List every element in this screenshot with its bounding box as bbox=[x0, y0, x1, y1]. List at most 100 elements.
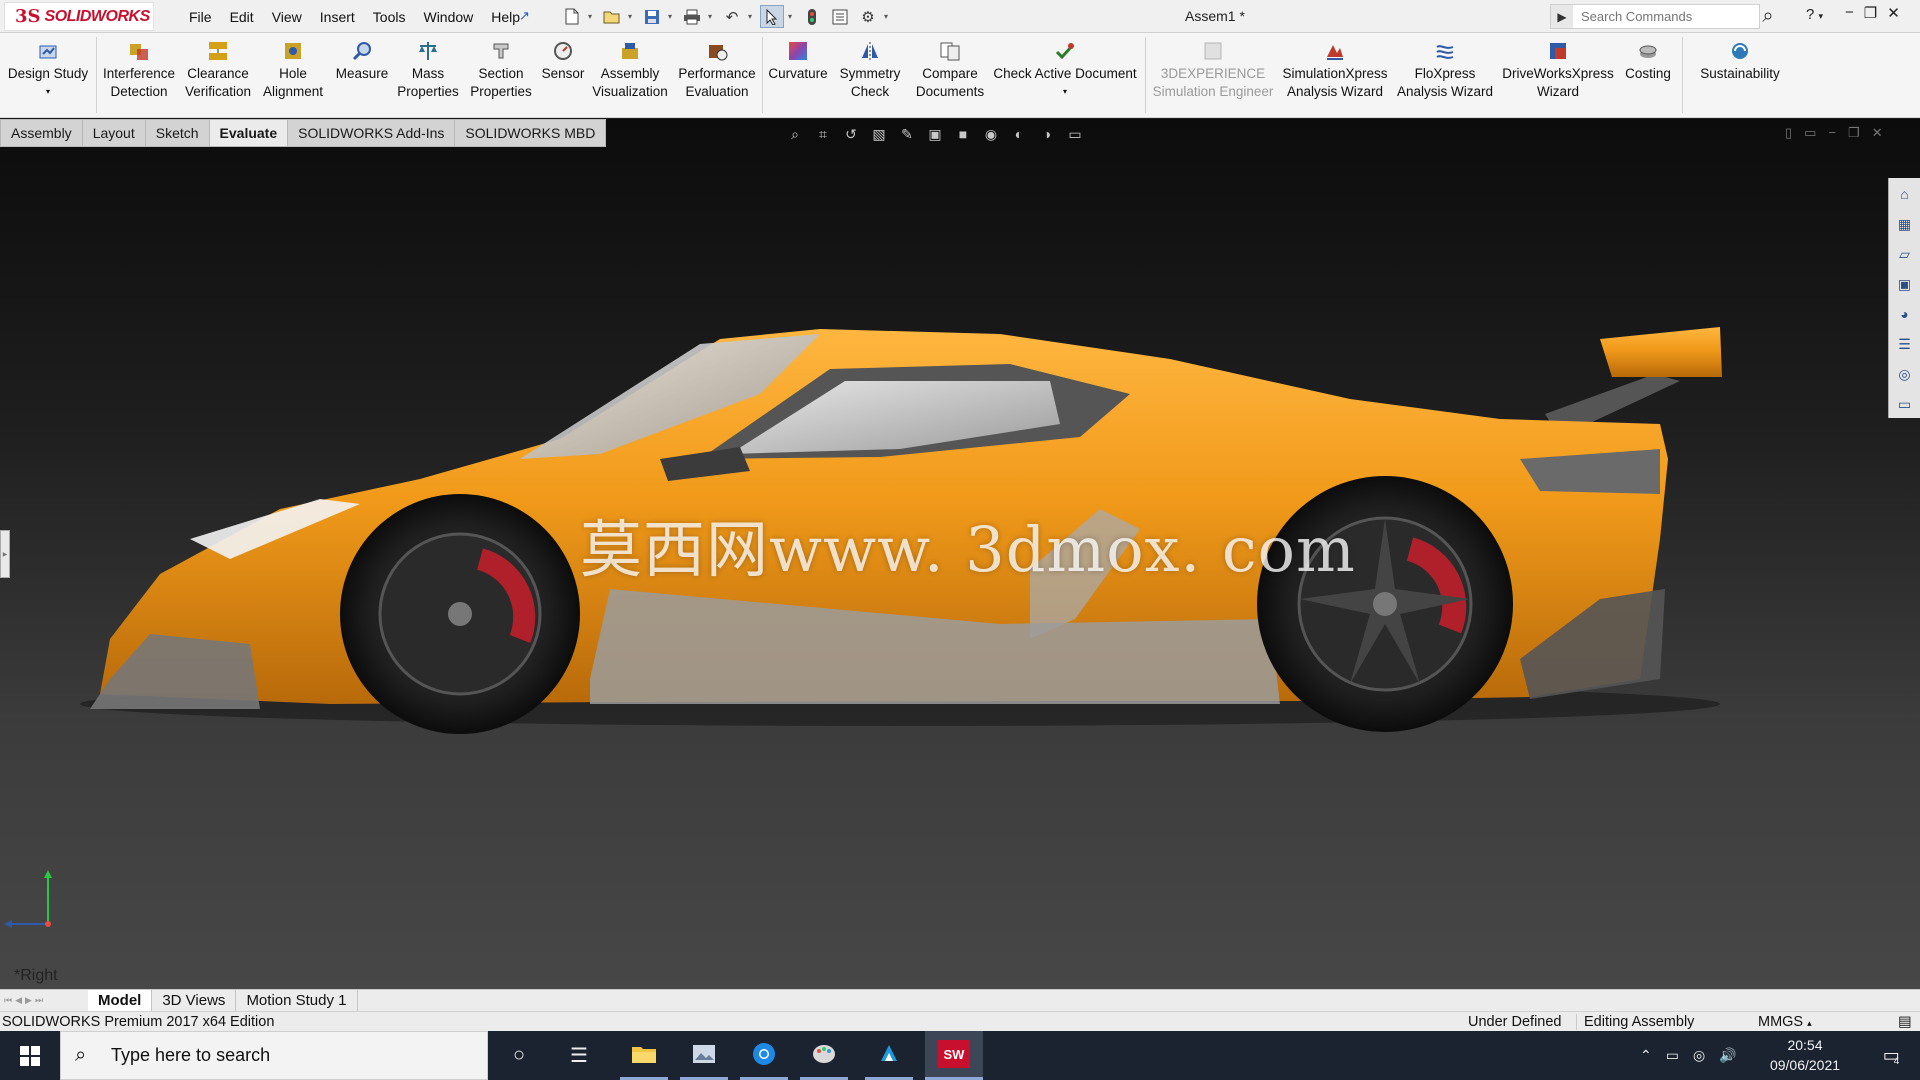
3dexperience-simulation-button[interactable]: 3DEXPERIENCE Simulation Engineer bbox=[1148, 39, 1278, 115]
select-caret-icon[interactable]: ▾ bbox=[788, 12, 796, 21]
status-bar: SOLIDWORKS Premium 2017 x64 Edition Unde… bbox=[0, 1011, 1920, 1031]
task-view-icon[interactable]: ☰ bbox=[555, 1031, 603, 1080]
check-active-document-button[interactable]: Check Active Document ▾ bbox=[990, 39, 1140, 115]
tab-motion-study-1[interactable]: Motion Study 1 bbox=[236, 989, 358, 1012]
sustainability-button[interactable]: Sustainability bbox=[1690, 39, 1790, 115]
file-properties-icon[interactable] bbox=[828, 5, 852, 28]
file-explorer-icon[interactable]: ▱ bbox=[1894, 242, 1916, 266]
select-pointer-icon[interactable] bbox=[760, 5, 784, 28]
prev-tab-icon[interactable]: ◀ bbox=[15, 995, 22, 1006]
photos-app-icon[interactable] bbox=[680, 1031, 728, 1080]
search-icon[interactable]: ⌕ bbox=[1754, 4, 1782, 29]
new-caret-icon[interactable]: ▾ bbox=[588, 12, 596, 21]
next-tab-icon[interactable]: ▶ bbox=[25, 995, 32, 1006]
show-hidden-icons-icon[interactable]: ⌃ bbox=[1640, 1047, 1652, 1064]
view-palette-icon[interactable]: ▣ bbox=[1894, 272, 1916, 296]
interference-detection-button[interactable]: Interference Detection bbox=[100, 39, 178, 115]
compare-documents-button[interactable]: Compare Documents bbox=[910, 39, 990, 115]
open-caret-icon[interactable]: ▾ bbox=[628, 12, 636, 21]
check-active-document-icon bbox=[1053, 39, 1077, 63]
ribbon-label: Verification bbox=[184, 84, 252, 99]
battery-icon[interactable]: ▭ bbox=[1666, 1047, 1679, 1064]
ribbon-separator bbox=[96, 37, 97, 113]
forum-icon[interactable]: ▭ bbox=[1894, 392, 1916, 416]
costing-button[interactable]: Costing bbox=[1618, 39, 1678, 115]
windows-logo-icon bbox=[20, 1045, 40, 1066]
unit-system-button[interactable]: MMGS ▴ bbox=[1758, 1014, 1812, 1030]
undo-caret-icon[interactable]: ▾ bbox=[748, 12, 756, 21]
clearance-verification-button[interactable]: Clearance Verification bbox=[180, 39, 256, 115]
file-explorer-taskbar-icon[interactable] bbox=[620, 1031, 668, 1080]
sensor-button[interactable]: Sensor bbox=[538, 39, 588, 115]
design-study-caret-icon[interactable]: ▾ bbox=[46, 83, 50, 101]
start-button[interactable] bbox=[0, 1031, 60, 1080]
save-icon[interactable] bbox=[640, 5, 664, 28]
floxpress-button[interactable]: FloXpress Analysis Wizard bbox=[1392, 39, 1498, 115]
hole-alignment-button[interactable]: Hole Alignment bbox=[258, 39, 328, 115]
ribbon-label: Analysis Wizard bbox=[1396, 84, 1494, 99]
feature-manager-collapse-handle[interactable]: ▶ bbox=[0, 530, 10, 578]
tab-model[interactable]: Model bbox=[88, 989, 153, 1012]
menu-insert[interactable]: Insert bbox=[311, 9, 364, 25]
graphics-viewport[interactable]: Assembly Layout Sketch Evaluate SOLIDWOR… bbox=[0, 119, 1920, 989]
print-caret-icon[interactable]: ▾ bbox=[708, 12, 716, 21]
chrome-browser-icon[interactable] bbox=[740, 1031, 788, 1080]
menu-view[interactable]: View bbox=[263, 9, 311, 25]
taskbar-clock[interactable]: 20:54 09/06/2021 bbox=[1760, 1035, 1850, 1075]
tab-3d-views[interactable]: 3D Views bbox=[152, 989, 237, 1012]
menu-edit[interactable]: Edit bbox=[221, 9, 263, 25]
performance-evaluation-button[interactable]: Performance Evaluation bbox=[672, 39, 762, 115]
undo-icon[interactable]: ↶ bbox=[720, 5, 744, 28]
options-gear-icon[interactable]: ⚙ bbox=[856, 5, 880, 28]
restore-icon[interactable]: ❐ bbox=[1864, 4, 1877, 22]
last-tab-icon[interactable]: ⏭ bbox=[35, 995, 43, 1006]
paint-app-icon[interactable] bbox=[800, 1031, 848, 1080]
symmetry-check-button[interactable]: Symmetry Check bbox=[830, 39, 910, 115]
action-center-button[interactable]: ▭ 4 bbox=[1866, 1031, 1916, 1080]
driveworksxpress-button[interactable]: DriveWorksXpress Wizard bbox=[1498, 39, 1618, 115]
taskbar-search-box[interactable]: ⌕ Type here to search bbox=[60, 1031, 488, 1080]
menu-file[interactable]: File bbox=[180, 9, 221, 25]
menu-window[interactable]: Window bbox=[414, 9, 482, 25]
minimize-icon[interactable]: − bbox=[1845, 4, 1854, 22]
custom-properties-icon[interactable]: ☰ bbox=[1894, 332, 1916, 356]
ribbon-label: Properties bbox=[470, 84, 532, 99]
menu-tools[interactable]: Tools bbox=[364, 9, 415, 25]
rebuild-icon[interactable] bbox=[800, 5, 824, 28]
pin-menu-icon[interactable]: ↗ bbox=[519, 8, 533, 24]
open-document-icon[interactable] bbox=[600, 5, 624, 28]
network-icon[interactable]: ◎ bbox=[1693, 1047, 1705, 1064]
mass-properties-icon bbox=[416, 39, 440, 63]
save-caret-icon[interactable]: ▾ bbox=[668, 12, 676, 21]
first-tab-icon[interactable]: ⏮ bbox=[4, 995, 12, 1006]
help-button[interactable]: ? ▾ bbox=[1806, 6, 1823, 23]
curvature-button[interactable]: Curvature bbox=[766, 39, 830, 115]
simulationxpress-icon bbox=[1323, 39, 1347, 63]
mass-properties-button[interactable]: Mass Properties bbox=[396, 39, 460, 115]
appearances-icon[interactable]: ◕ bbox=[1894, 302, 1916, 326]
design-study-button[interactable]: Design Study ▾ bbox=[4, 39, 92, 115]
tab-scroll-controls: ⏮ ◀ ▶ ⏭ bbox=[0, 990, 88, 1012]
options-caret-icon[interactable]: ▾ bbox=[884, 12, 892, 21]
volume-icon[interactable]: 🔊 bbox=[1719, 1047, 1736, 1064]
print-icon[interactable] bbox=[680, 5, 704, 28]
check-active-document-caret-icon[interactable]: ▾ bbox=[1063, 83, 1067, 101]
cortana-icon[interactable]: ○ bbox=[495, 1031, 543, 1080]
measure-button[interactable]: Measure bbox=[330, 39, 394, 115]
design-library-icon[interactable]: ▦ bbox=[1894, 212, 1916, 236]
simulationxpress-button[interactable]: SimulationXpress Analysis Wizard bbox=[1278, 39, 1392, 115]
close-icon[interactable]: ✕ bbox=[1887, 4, 1900, 22]
new-document-icon[interactable] bbox=[560, 5, 584, 28]
ribbon-label: Mass bbox=[411, 66, 445, 81]
solidworks-logo[interactable]: 3S SOLIDWORKS bbox=[4, 2, 154, 31]
section-properties-button[interactable]: Section Properties bbox=[464, 39, 538, 115]
solidworks-resources-icon[interactable]: ◎ bbox=[1894, 362, 1916, 386]
kde-app-icon[interactable] bbox=[865, 1031, 913, 1080]
search-commands-input[interactable] bbox=[1573, 9, 1759, 24]
solidworks-taskbar-icon[interactable]: SW bbox=[925, 1031, 983, 1080]
ribbon-label: Hole bbox=[279, 66, 307, 81]
assembly-visualization-button[interactable]: Assembly Visualization bbox=[588, 39, 672, 115]
home-icon[interactable]: ⌂ bbox=[1894, 182, 1916, 206]
rebuild-status-icon[interactable]: ▤ bbox=[1898, 1014, 1912, 1030]
search-mode-icon[interactable]: ▶ bbox=[1551, 5, 1573, 28]
